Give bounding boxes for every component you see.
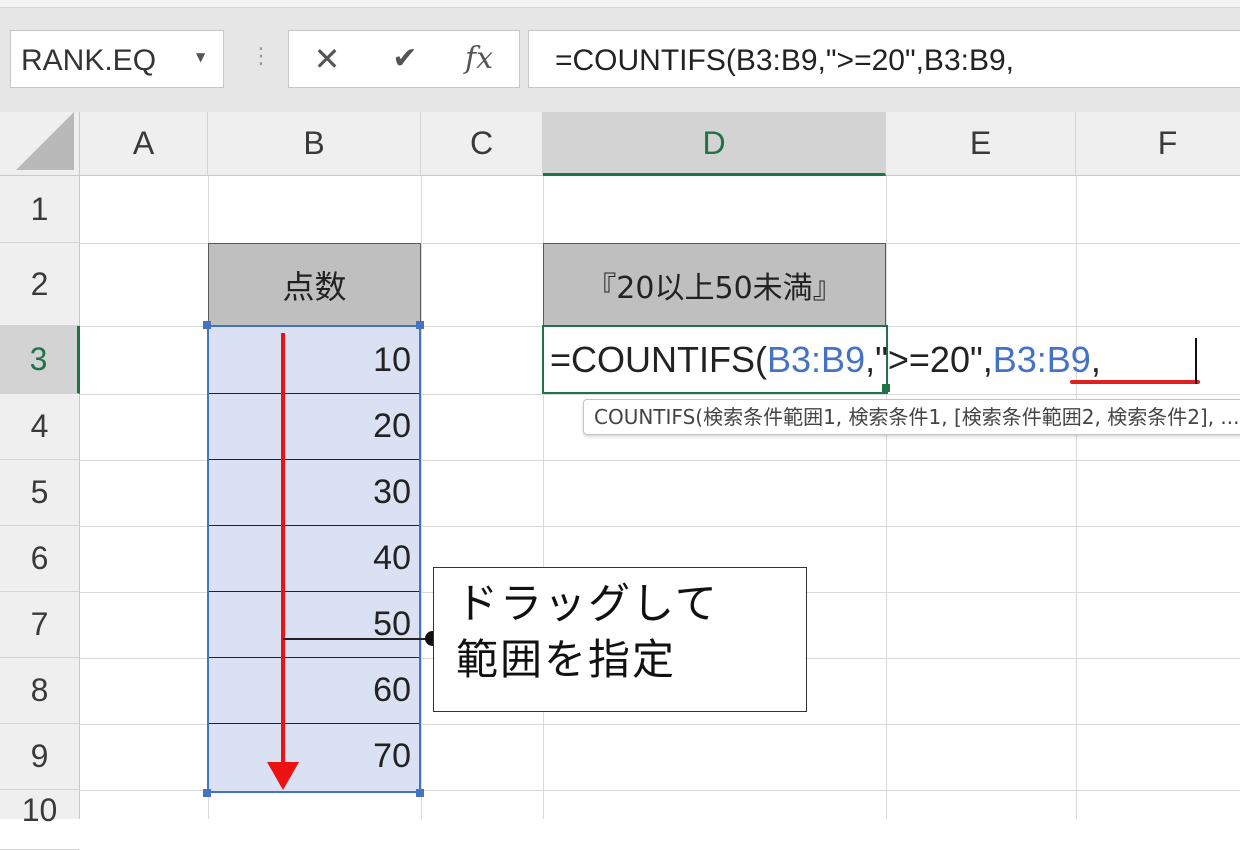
range-handle-bottom-right[interactable] — [416, 789, 424, 797]
cell-b8[interactable]: 60 — [291, 671, 411, 710]
column-header-a[interactable]: A — [80, 112, 208, 175]
row-header-4[interactable]: 4 — [0, 394, 79, 460]
row-header-1[interactable]: 1 — [0, 176, 79, 243]
cell-border — [209, 657, 419, 658]
row-header-3[interactable]: 3 — [0, 326, 80, 394]
range-handle-bottom-left[interactable] — [203, 789, 211, 797]
range-reference-1: B3:B9 — [767, 339, 866, 380]
column-header-f[interactable]: F — [1076, 112, 1240, 175]
cell-b4[interactable]: 20 — [291, 407, 411, 446]
name-box-dropdown-icon[interactable]: ▼ — [196, 50, 205, 64]
cancel-icon[interactable]: ✕ — [307, 31, 347, 87]
cell-b6[interactable]: 40 — [291, 539, 411, 578]
range-handle-top-right[interactable] — [416, 321, 424, 329]
drag-arrow-shaft — [281, 333, 285, 765]
row-header-bar: 1 2 3 4 5 6 7 8 9 10 — [0, 176, 80, 850]
select-all-triangle-icon — [16, 112, 74, 170]
formula-input[interactable]: =COUNTIFS(B3:B9,">=20",B3:B9, — [528, 30, 1240, 88]
highlight-underline — [1070, 380, 1200, 384]
row-header-5[interactable]: 5 — [0, 460, 79, 526]
function-syntax-tooltip[interactable]: COUNTIFS(検索条件範囲1, 検索条件1, [検索条件範囲2, 検索条件2… — [583, 399, 1240, 435]
range-handle-top-left[interactable] — [203, 321, 211, 329]
grid-line — [421, 176, 422, 819]
formula-bar-grip-icon[interactable]: ⋮ — [250, 44, 272, 69]
text-cursor — [1195, 338, 1197, 384]
cell-border — [209, 723, 419, 724]
ribbon-bottom-edge — [0, 0, 1240, 8]
drag-arrow-head-icon — [267, 762, 299, 790]
grid-line — [886, 176, 887, 819]
row-header-6[interactable]: 6 — [0, 526, 79, 592]
select-all-button[interactable] — [0, 112, 80, 175]
formula-text: =COUNTIFS( — [550, 339, 768, 380]
formula-text: ,">=20", — [865, 339, 993, 380]
column-header-c[interactable]: C — [421, 112, 543, 175]
callout-box: ドラッグして 範囲を指定 — [433, 567, 807, 712]
cell-b3[interactable]: 10 — [291, 341, 411, 380]
callout-line-1: ドラッグして — [456, 579, 719, 628]
column-header-e[interactable]: E — [886, 112, 1076, 175]
cell-b9[interactable]: 70 — [291, 737, 411, 776]
cell-border — [209, 525, 419, 526]
column-header-d[interactable]: D — [543, 112, 886, 176]
grid-line — [1076, 176, 1077, 819]
row-header-9[interactable]: 9 — [0, 724, 79, 790]
row-header-10[interactable]: 10 — [0, 790, 79, 850]
formula-buttons: ✕ ✔ fx — [288, 30, 520, 88]
name-box[interactable]: RANK.EQ — [10, 30, 224, 88]
callout-line-2: 範囲を指定 — [456, 635, 677, 684]
cell-border — [209, 459, 419, 460]
callout-leader-line — [283, 638, 433, 640]
cell-b5[interactable]: 30 — [291, 473, 411, 512]
enter-check-icon[interactable]: ✔ — [385, 31, 425, 87]
row-header-7[interactable]: 7 — [0, 592, 79, 658]
cell-edit-formula[interactable]: =COUNTIFS(B3:B9,">=20",B3:B9, — [550, 333, 1101, 387]
cell-border — [209, 591, 419, 592]
column-header-bar: A B C D E F — [0, 112, 1240, 176]
cell-b2-header[interactable]: 点数 — [208, 243, 421, 326]
row-header-2[interactable]: 2 — [0, 243, 79, 326]
column-header-b[interactable]: B — [208, 112, 421, 175]
selected-range-b3-b9[interactable]: 10 20 30 40 50 60 70 — [207, 325, 421, 793]
insert-function-icon[interactable]: fx — [459, 31, 499, 87]
range-reference-2: B3:B9 — [992, 339, 1091, 380]
row-header-8[interactable]: 8 — [0, 658, 79, 724]
cell-border — [209, 393, 419, 394]
cell-d2-header[interactable]: 『20以上50未満』 — [543, 243, 886, 326]
formula-text: , — [1090, 339, 1101, 380]
